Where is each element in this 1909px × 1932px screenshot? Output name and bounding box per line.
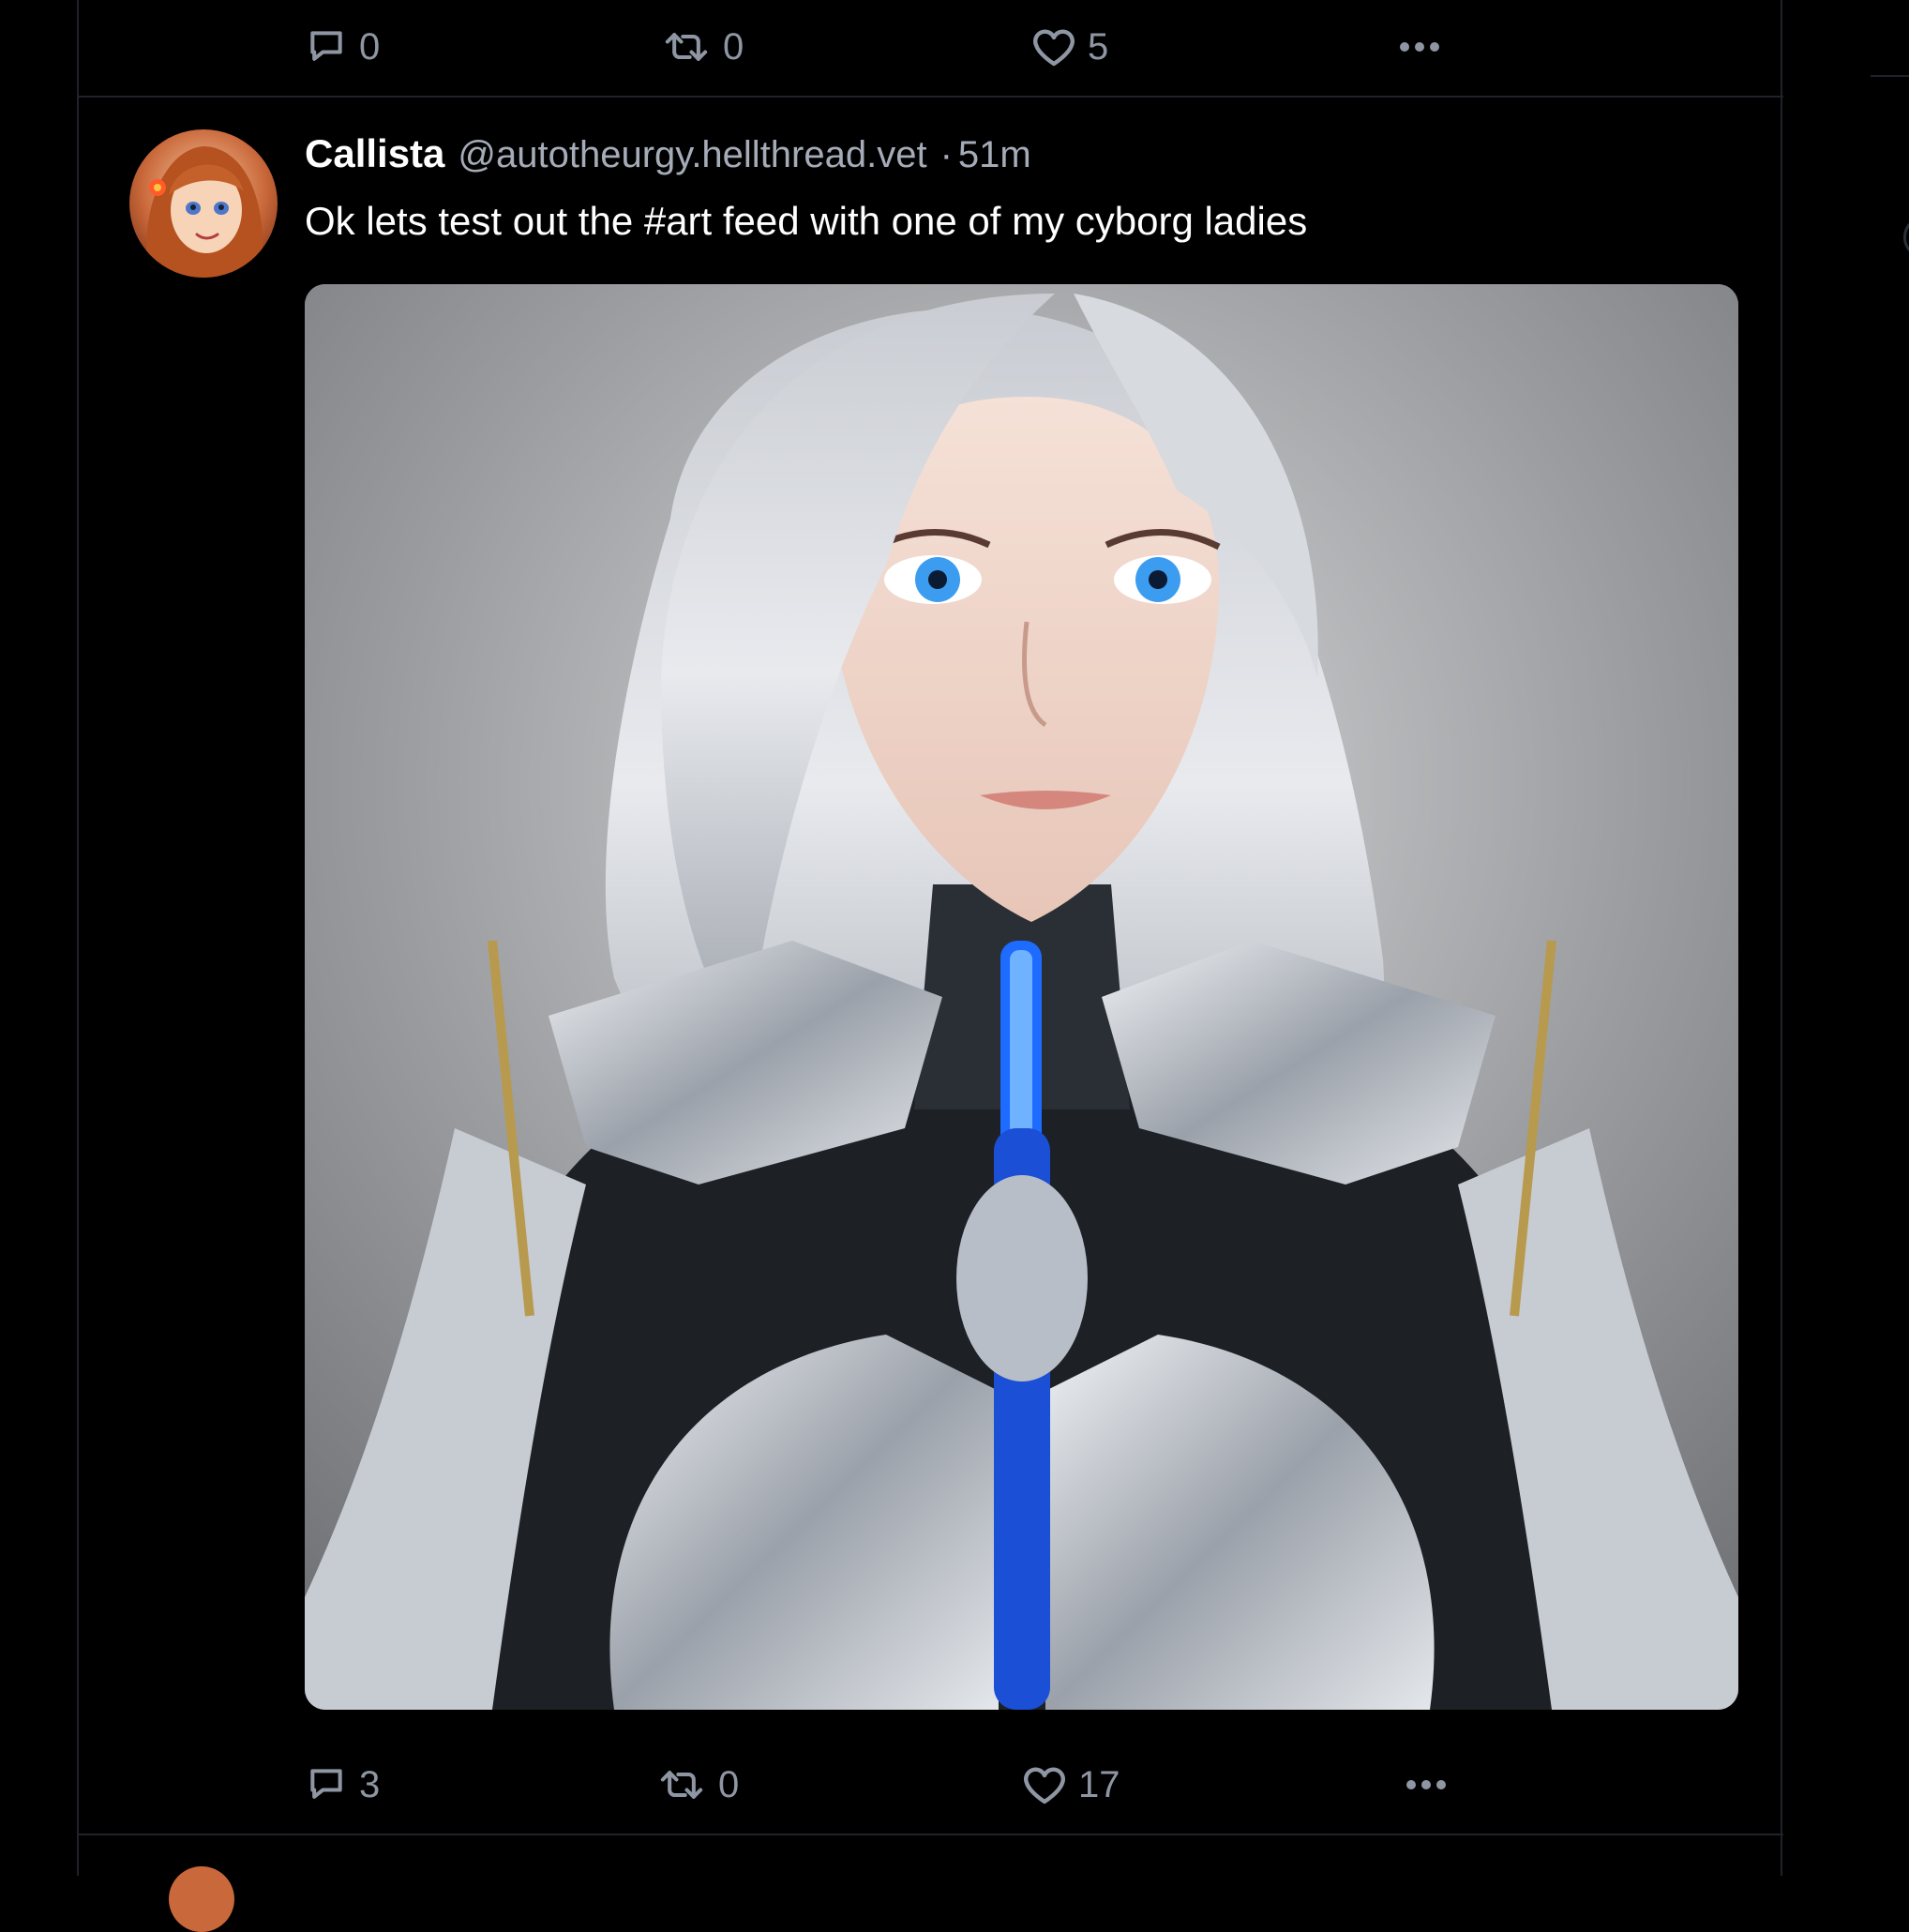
more-options-icon [1406,1780,1446,1789]
like-count: 5 [1088,25,1109,68]
reply-icon [310,31,342,61]
sidebar-avatar[interactable] [1903,216,1909,259]
author-name[interactable]: Callista [305,131,444,176]
more-options-button[interactable] [1404,1757,1449,1813]
reply-button[interactable]: 0 [305,19,380,75]
post-divider [77,1834,1783,1835]
post-time[interactable]: 51m [958,134,1031,176]
repost-count: 0 [723,25,744,68]
heart-icon [1024,1767,1065,1804]
sidebar-divider [1871,75,1909,77]
cyborg-artwork [305,284,1738,1710]
repost-count: 0 [718,1763,740,1805]
reply-button[interactable]: 3 [305,1757,380,1813]
reply-count: 0 [359,25,381,68]
author-handle[interactable]: @autotheurgy.hellthread.vet [458,134,926,176]
post-header: Callista @autotheurgy.hellthread.vet · 5… [305,131,1031,176]
post-actions: 3 0 17 [305,1757,1524,1813]
like-button[interactable]: 5 [1031,19,1108,75]
repost-icon [665,33,708,61]
like-button[interactable]: 17 [1022,1757,1120,1813]
more-options-icon [1400,42,1439,52]
post-divider [77,96,1783,98]
like-count: 17 [1078,1763,1120,1805]
author-avatar[interactable] [129,129,278,278]
next-post-avatar[interactable] [169,1866,234,1932]
post-text: Ok lets test out the #art feed with one … [305,199,1308,243]
more-options-button[interactable] [1397,19,1442,75]
time-separator: · [939,134,953,175]
repost-button[interactable]: 0 [656,1757,739,1813]
avatar-image [129,129,278,278]
repost-icon [660,1771,703,1799]
heart-icon [1033,29,1075,67]
repost-button[interactable]: 0 [661,19,744,75]
previous-post-actions: 0 0 5 [305,19,1524,75]
reply-icon [310,1769,342,1799]
reply-count: 3 [359,1763,381,1805]
post-image[interactable] [305,284,1738,1710]
